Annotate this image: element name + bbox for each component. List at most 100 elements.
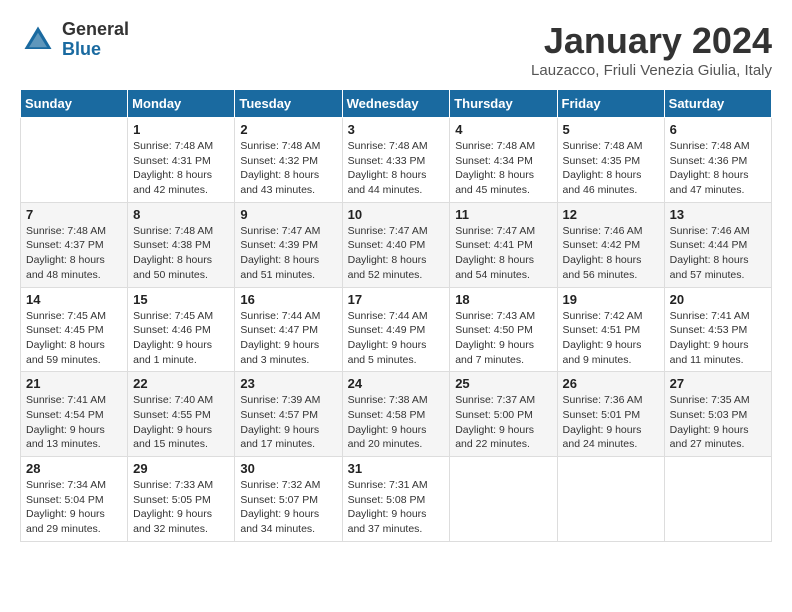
day-info: Sunrise: 7:47 AM Sunset: 4:40 PM Dayligh…	[348, 224, 445, 283]
day-info: Sunrise: 7:48 AM Sunset: 4:36 PM Dayligh…	[670, 139, 766, 198]
calendar-cell: 17 Sunrise: 7:44 AM Sunset: 4:49 PM Dayli…	[342, 287, 450, 372]
calendar-cell: 15 Sunrise: 7:45 AM Sunset: 4:46 PM Dayli…	[128, 287, 235, 372]
calendar-day-header: Friday	[557, 90, 664, 118]
day-number: 8	[133, 207, 229, 222]
day-number: 11	[455, 207, 551, 222]
calendar-header-row: SundayMondayTuesdayWednesdayThursdayFrid…	[21, 90, 772, 118]
calendar-cell: 25 Sunrise: 7:37 AM Sunset: 5:00 PM Dayli…	[450, 372, 557, 457]
day-info: Sunrise: 7:38 AM Sunset: 4:58 PM Dayligh…	[348, 393, 445, 452]
day-info: Sunrise: 7:37 AM Sunset: 5:00 PM Dayligh…	[455, 393, 551, 452]
day-info: Sunrise: 7:45 AM Sunset: 4:45 PM Dayligh…	[26, 309, 122, 368]
day-info: Sunrise: 7:47 AM Sunset: 4:41 PM Dayligh…	[455, 224, 551, 283]
day-number: 15	[133, 292, 229, 307]
calendar-cell: 6 Sunrise: 7:48 AM Sunset: 4:36 PM Daylig…	[664, 118, 771, 203]
logo: General Blue	[20, 20, 129, 60]
calendar-cell: 8Sunrise: 7:48 AM Sunset: 4:38 PM Daylig…	[128, 202, 235, 287]
calendar-cell: 12 Sunrise: 7:46 AM Sunset: 4:42 PM Dayli…	[557, 202, 664, 287]
calendar-cell	[664, 457, 771, 542]
calendar-cell	[557, 457, 664, 542]
calendar-cell: 23Sunrise: 7:39 AM Sunset: 4:57 PM Dayli…	[235, 372, 342, 457]
day-info: Sunrise: 7:44 AM Sunset: 4:47 PM Dayligh…	[240, 309, 336, 368]
day-number: 21	[26, 376, 122, 391]
day-info: Sunrise: 7:48 AM Sunset: 4:35 PM Dayligh…	[563, 139, 659, 198]
day-info: Sunrise: 7:39 AM Sunset: 4:57 PM Dayligh…	[240, 393, 336, 452]
day-number: 14	[26, 292, 122, 307]
day-info: Sunrise: 7:33 AM Sunset: 5:05 PM Dayligh…	[133, 478, 229, 537]
calendar-week-row: 7 Sunrise: 7:48 AM Sunset: 4:37 PM Daylig…	[21, 202, 772, 287]
day-number: 26	[563, 376, 659, 391]
calendar-cell: 28 Sunrise: 7:34 AM Sunset: 5:04 PM Dayli…	[21, 457, 128, 542]
day-info: Sunrise: 7:36 AM Sunset: 5:01 PM Dayligh…	[563, 393, 659, 452]
day-number: 12	[563, 207, 659, 222]
day-info: Sunrise: 7:44 AM Sunset: 4:49 PM Dayligh…	[348, 309, 445, 368]
day-info: Sunrise: 7:32 AM Sunset: 5:07 PM Dayligh…	[240, 478, 336, 537]
day-number: 9	[240, 207, 336, 222]
calendar-week-row: 1 Sunrise: 7:48 AM Sunset: 4:31 PM Daylig…	[21, 118, 772, 203]
calendar-cell: 30 Sunrise: 7:32 AM Sunset: 5:07 PM Dayli…	[235, 457, 342, 542]
day-number: 20	[670, 292, 766, 307]
calendar-day-header: Sunday	[21, 90, 128, 118]
day-info: Sunrise: 7:47 AM Sunset: 4:39 PM Dayligh…	[240, 224, 336, 283]
day-info: Sunrise: 7:48 AM Sunset: 4:32 PM Dayligh…	[240, 139, 336, 198]
day-info: Sunrise: 7:48 AM Sunset: 4:37 PM Dayligh…	[26, 224, 122, 283]
day-number: 19	[563, 292, 659, 307]
calendar-cell: 27Sunrise: 7:35 AM Sunset: 5:03 PM Dayli…	[664, 372, 771, 457]
calendar-cell: 13 Sunrise: 7:46 AM Sunset: 4:44 PM Dayli…	[664, 202, 771, 287]
day-info: Sunrise: 7:40 AM Sunset: 4:55 PM Dayligh…	[133, 393, 229, 452]
day-number: 17	[348, 292, 445, 307]
page-header: General Blue January 2024 Lauzacco, Friu…	[20, 20, 772, 79]
calendar-week-row: 21Sunrise: 7:41 AM Sunset: 4:54 PM Dayli…	[21, 372, 772, 457]
day-number: 22	[133, 376, 229, 391]
day-number: 28	[26, 461, 122, 476]
day-number: 31	[348, 461, 445, 476]
calendar-day-header: Wednesday	[342, 90, 450, 118]
calendar-day-header: Tuesday	[235, 90, 342, 118]
calendar-cell: 20 Sunrise: 7:41 AM Sunset: 4:53 PM Dayli…	[664, 287, 771, 372]
day-number: 16	[240, 292, 336, 307]
calendar-week-row: 14 Sunrise: 7:45 AM Sunset: 4:45 PM Dayli…	[21, 287, 772, 372]
calendar-cell: 16 Sunrise: 7:44 AM Sunset: 4:47 PM Dayli…	[235, 287, 342, 372]
day-number: 2	[240, 122, 336, 137]
day-number: 24	[348, 376, 445, 391]
day-number: 27	[670, 376, 766, 391]
calendar-cell: 7 Sunrise: 7:48 AM Sunset: 4:37 PM Daylig…	[21, 202, 128, 287]
day-info: Sunrise: 7:48 AM Sunset: 4:34 PM Dayligh…	[455, 139, 551, 198]
day-number: 29	[133, 461, 229, 476]
day-number: 3	[348, 122, 445, 137]
location-subtitle: Lauzacco, Friuli Venezia Giulia, Italy	[531, 62, 772, 79]
day-info: Sunrise: 7:46 AM Sunset: 4:44 PM Dayligh…	[670, 224, 766, 283]
day-info: Sunrise: 7:46 AM Sunset: 4:42 PM Dayligh…	[563, 224, 659, 283]
day-info: Sunrise: 7:48 AM Sunset: 4:31 PM Dayligh…	[133, 139, 229, 198]
logo-text: General Blue	[62, 20, 129, 60]
calendar-cell: 9 Sunrise: 7:47 AM Sunset: 4:39 PM Daylig…	[235, 202, 342, 287]
calendar-table: SundayMondayTuesdayWednesdayThursdayFrid…	[20, 89, 772, 542]
day-number: 25	[455, 376, 551, 391]
day-info: Sunrise: 7:48 AM Sunset: 4:33 PM Dayligh…	[348, 139, 445, 198]
calendar-cell: 11 Sunrise: 7:47 AM Sunset: 4:41 PM Dayli…	[450, 202, 557, 287]
day-info: Sunrise: 7:31 AM Sunset: 5:08 PM Dayligh…	[348, 478, 445, 537]
calendar-cell: 10Sunrise: 7:47 AM Sunset: 4:40 PM Dayli…	[342, 202, 450, 287]
day-number: 6	[670, 122, 766, 137]
day-info: Sunrise: 7:43 AM Sunset: 4:50 PM Dayligh…	[455, 309, 551, 368]
calendar-cell: 1 Sunrise: 7:48 AM Sunset: 4:31 PM Daylig…	[128, 118, 235, 203]
day-info: Sunrise: 7:45 AM Sunset: 4:46 PM Dayligh…	[133, 309, 229, 368]
calendar-cell: 22 Sunrise: 7:40 AM Sunset: 4:55 PM Dayli…	[128, 372, 235, 457]
calendar-cell: 2 Sunrise: 7:48 AM Sunset: 4:32 PM Daylig…	[235, 118, 342, 203]
day-number: 30	[240, 461, 336, 476]
calendar-week-row: 28 Sunrise: 7:34 AM Sunset: 5:04 PM Dayli…	[21, 457, 772, 542]
calendar-cell: 29 Sunrise: 7:33 AM Sunset: 5:05 PM Dayli…	[128, 457, 235, 542]
calendar-day-header: Monday	[128, 90, 235, 118]
calendar-day-header: Thursday	[450, 90, 557, 118]
day-info: Sunrise: 7:41 AM Sunset: 4:53 PM Dayligh…	[670, 309, 766, 368]
day-number: 7	[26, 207, 122, 222]
calendar-cell: 3 Sunrise: 7:48 AM Sunset: 4:33 PM Daylig…	[342, 118, 450, 203]
day-info: Sunrise: 7:42 AM Sunset: 4:51 PM Dayligh…	[563, 309, 659, 368]
logo-blue: Blue	[62, 40, 129, 60]
day-number: 4	[455, 122, 551, 137]
day-number: 1	[133, 122, 229, 137]
day-number: 5	[563, 122, 659, 137]
day-number: 13	[670, 207, 766, 222]
day-info: Sunrise: 7:34 AM Sunset: 5:04 PM Dayligh…	[26, 478, 122, 537]
calendar-day-header: Saturday	[664, 90, 771, 118]
logo-icon	[20, 22, 56, 58]
